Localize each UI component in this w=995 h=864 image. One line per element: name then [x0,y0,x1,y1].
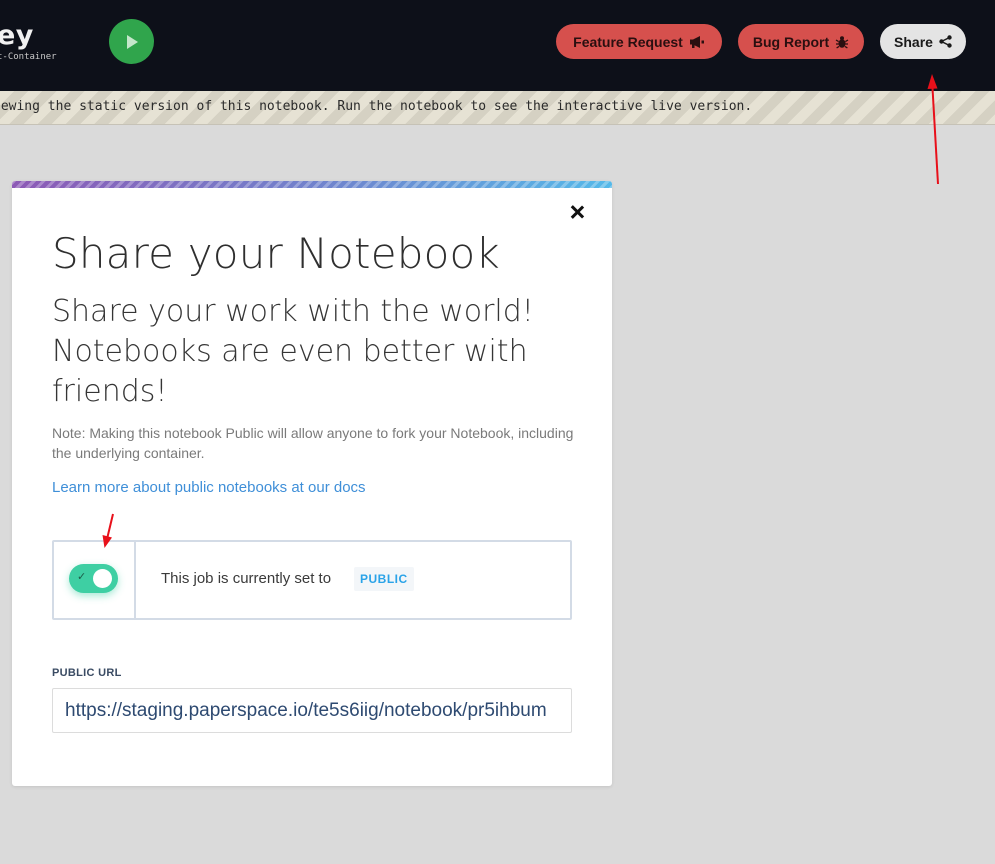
static-version-notice: iewing the static version of this notebo… [0,91,995,125]
share-label: Share [894,33,933,50]
share-icon [939,35,952,48]
toggle-cell: ✓ [54,542,136,618]
feature-request-button[interactable]: Feature Request [556,24,722,59]
modal-accent-stripe [12,181,612,188]
modal-subtitle: Share your work with the world! Notebook… [52,294,534,409]
notice-text: iewing the static version of this notebo… [0,99,753,114]
megaphone-icon [689,35,705,49]
toggle-knob [93,569,112,588]
modal-title: Share your Notebook [52,229,500,278]
notebook-title: ey [0,20,34,51]
bug-report-label: Bug Report [752,33,830,50]
public-note: Note: Making this notebook Public will a… [52,425,574,461]
check-icon: ✓ [77,571,87,583]
bug-icon [835,35,849,49]
share-button[interactable]: Share [880,24,966,59]
public-url-label: PUBLIC URL [52,667,122,679]
play-icon [127,35,138,49]
public-toggle[interactable]: ✓ [69,564,118,593]
feature-request-label: Feature Request [573,33,683,50]
run-notebook-button[interactable] [109,19,154,64]
top-bar: ey t-Container Feature Request Bug Repor… [0,0,995,91]
bug-report-button[interactable]: Bug Report [738,24,864,59]
docs-link[interactable]: Learn more about public notebooks at our… [52,479,366,496]
share-modal: Share your Notebook Share your work with… [12,181,612,786]
visibility-setting: ✓ This job is currently set to PUBLIC [52,540,572,620]
visibility-label: This job is currently set to [161,570,332,587]
status-badge: PUBLIC [354,567,414,591]
public-url-field[interactable] [52,688,572,733]
container-name: t-Container [0,52,57,62]
close-icon[interactable] [570,205,584,219]
